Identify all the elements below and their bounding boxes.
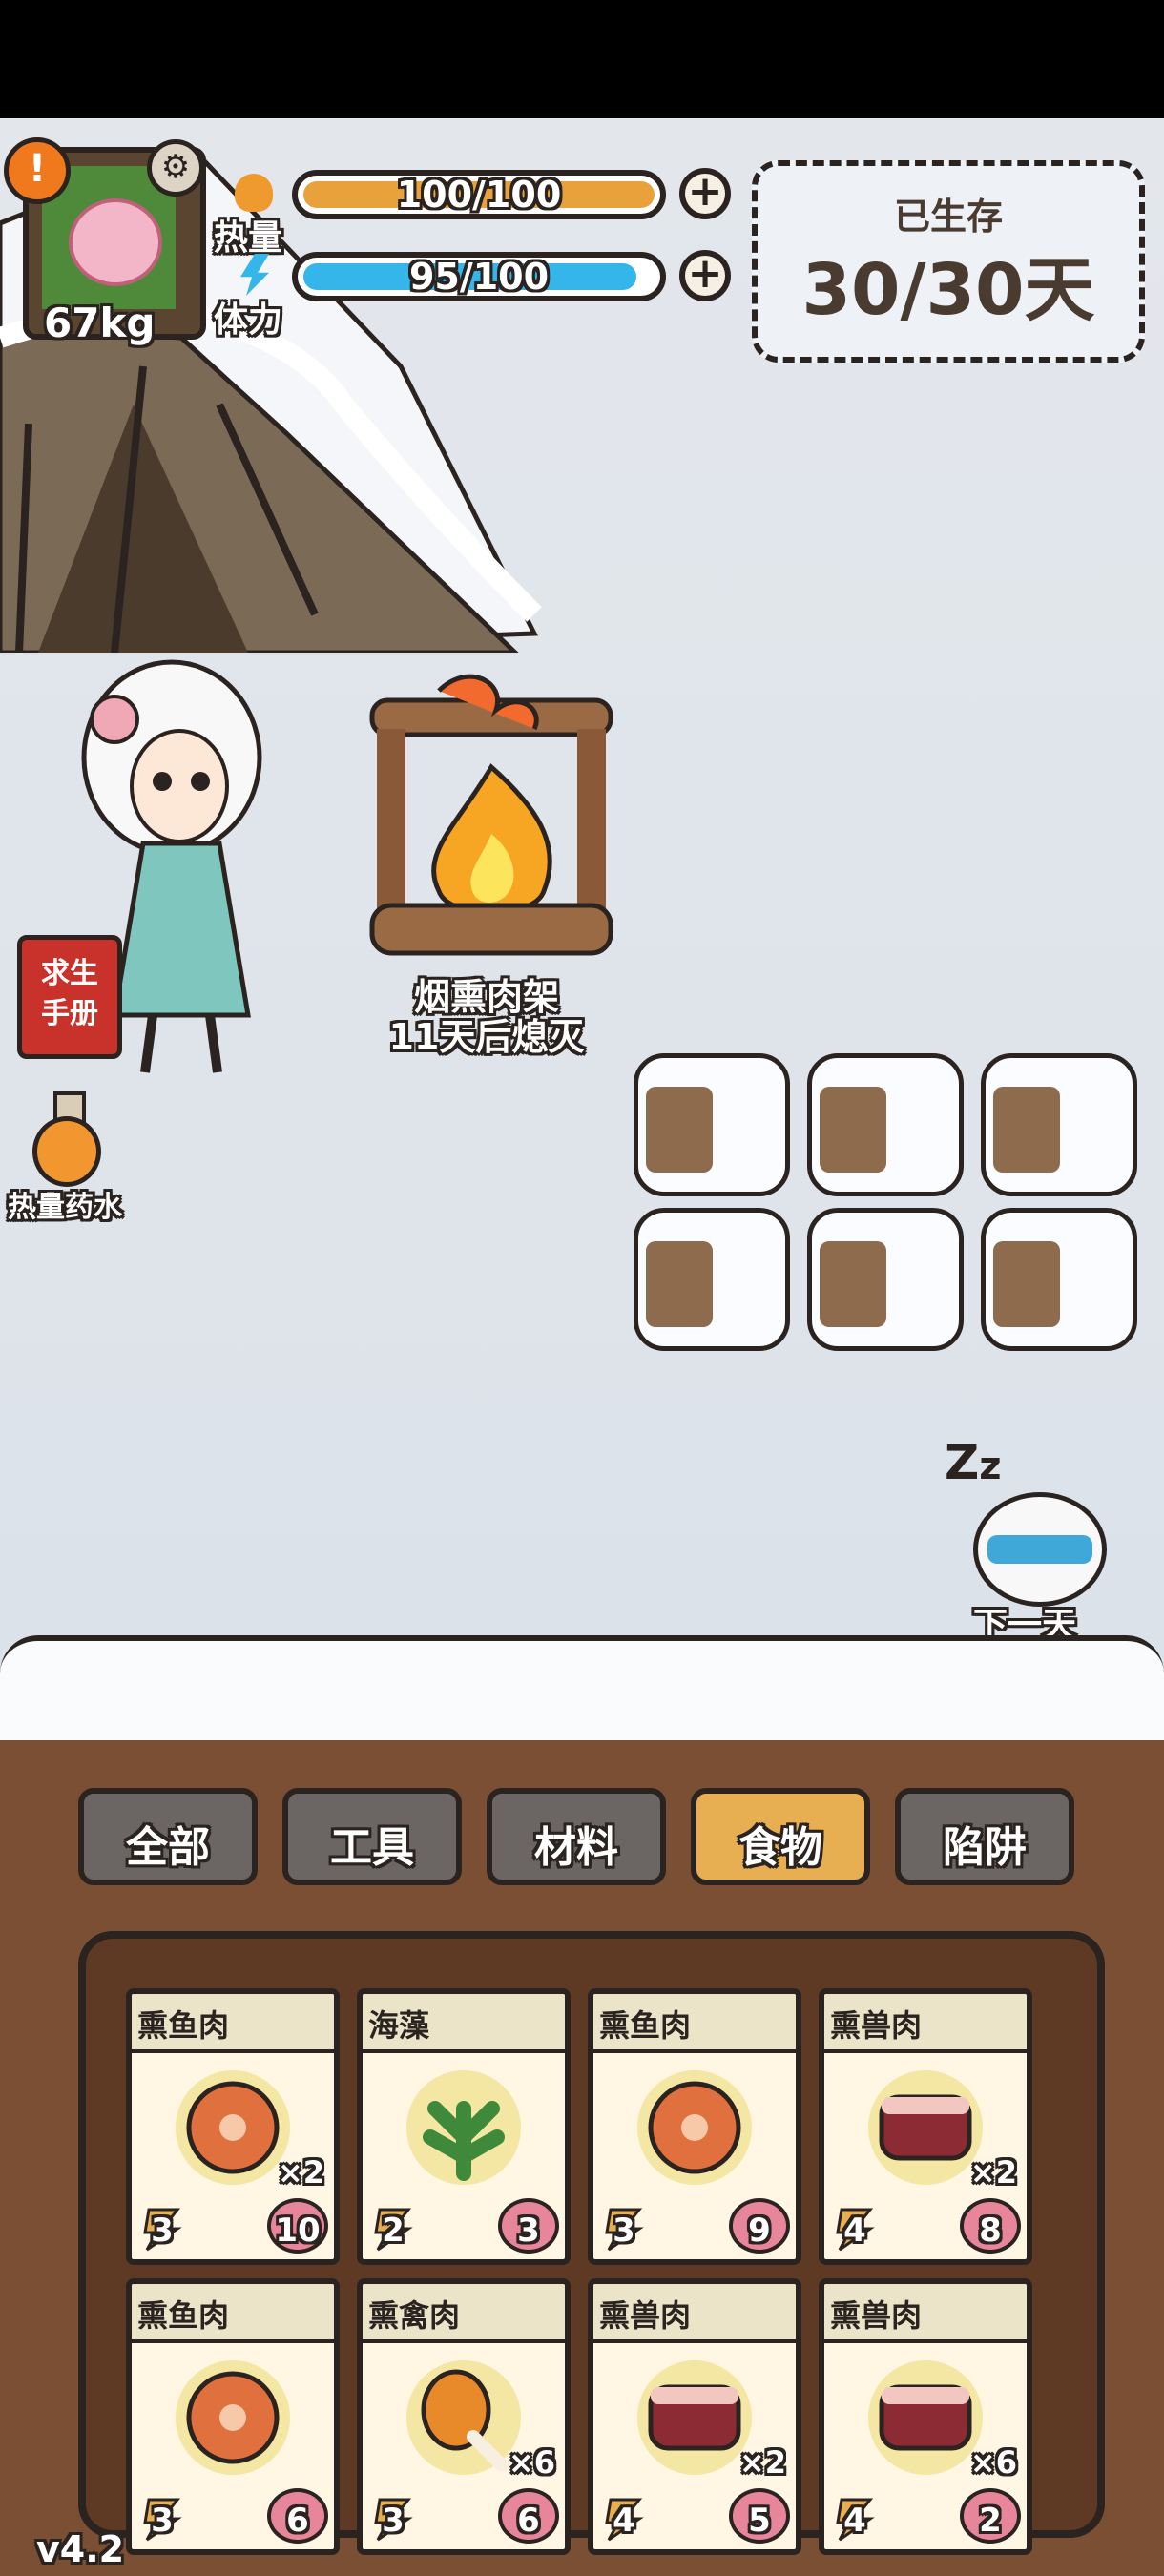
item-value: 2 bbox=[979, 2502, 1002, 2540]
item-card[interactable]: 熏兽肉 ×6 4 2 bbox=[819, 2278, 1032, 2555]
item-value: 8 bbox=[979, 2212, 1002, 2250]
item-cost: 4 bbox=[843, 2502, 866, 2540]
snow-storage-area bbox=[630, 1044, 1145, 1397]
item-cost: 3 bbox=[613, 2212, 635, 2250]
snow-block bbox=[634, 1208, 790, 1351]
tab-label: 陷阱 bbox=[943, 1823, 1027, 1872]
snow-block bbox=[634, 1053, 790, 1196]
stamina-bar: 95/100 bbox=[292, 252, 666, 301]
gear-icon[interactable]: ⚙ bbox=[147, 139, 204, 197]
item-quantity: ×6 bbox=[508, 2444, 555, 2481]
heat-label: 热量 bbox=[214, 218, 283, 258]
snow-block bbox=[981, 1208, 1137, 1351]
snow-block bbox=[981, 1053, 1137, 1196]
sleeping-face-icon bbox=[973, 1492, 1107, 1607]
item-cost: 4 bbox=[843, 2212, 866, 2250]
heat-bar: 100/100 bbox=[292, 170, 666, 219]
panel-snow-cap bbox=[0, 1635, 1164, 1755]
version-label: v4.2 bbox=[36, 2528, 125, 2570]
sleep-zzz-icon: Zz bbox=[945, 1435, 1002, 1490]
item-card[interactable]: 熏兽肉 ×2 4 5 bbox=[588, 2278, 801, 2555]
meat-icon bbox=[879, 2094, 972, 2161]
campfire-rack[interactable] bbox=[353, 672, 630, 967]
survival-manual-button[interactable]: 求生 手册 bbox=[17, 935, 122, 1059]
item-name: 熏鱼肉 bbox=[137, 2007, 230, 2044]
item-cost: 3 bbox=[151, 2502, 174, 2540]
item-card[interactable]: 熏鱼肉 3 9 bbox=[588, 1988, 801, 2265]
survival-board: 已生存 30/30天 bbox=[752, 160, 1145, 363]
item-name: 熏兽肉 bbox=[599, 2297, 692, 2334]
tab-all[interactable]: 全部 bbox=[78, 1788, 258, 1885]
item-value: 3 bbox=[517, 2212, 540, 2250]
item-value: 6 bbox=[517, 2502, 540, 2540]
heat-potion-button[interactable] bbox=[32, 1091, 101, 1187]
item-value: 5 bbox=[748, 2502, 771, 2540]
potion-label: 热量药水 bbox=[8, 1191, 122, 1224]
item-cost: 3 bbox=[382, 2502, 405, 2540]
stamina-value: 95/100 bbox=[408, 256, 550, 298]
tab-label: 全部 bbox=[126, 1823, 210, 1872]
item-card[interactable]: 熏鱼肉 ×2 3 10 bbox=[126, 1988, 340, 2265]
tab-tools[interactable]: 工具 bbox=[282, 1788, 462, 1885]
tab-traps[interactable]: 陷阱 bbox=[895, 1788, 1074, 1885]
tab-label: 材料 bbox=[534, 1823, 618, 1872]
item-name: 熏鱼肉 bbox=[137, 2297, 230, 2334]
item-name: 熏禽肉 bbox=[368, 2297, 461, 2334]
player-weight: 67kg bbox=[44, 300, 156, 346]
snow-block bbox=[807, 1053, 964, 1196]
seaweed-icon bbox=[423, 2101, 505, 2181]
item-cost: 2 bbox=[382, 2212, 405, 2250]
flower-icon bbox=[69, 198, 162, 286]
item-name: 海藻 bbox=[368, 2007, 430, 2044]
manual-label-1: 求生 bbox=[41, 957, 98, 990]
tab-label: 工具 bbox=[330, 1823, 414, 1872]
heat-value: 100/100 bbox=[396, 174, 562, 216]
item-quantity: ×2 bbox=[738, 2444, 786, 2481]
game-scene: ! ⚙ 67kg 热量 100/100 + 体力 95/100 + 已生存 30… bbox=[0, 118, 1164, 2576]
snow-block bbox=[807, 1208, 964, 1351]
tab-materials[interactable]: 材料 bbox=[487, 1788, 666, 1885]
item-name: 熏兽肉 bbox=[830, 2297, 923, 2334]
item-quantity: ×2 bbox=[969, 2154, 1017, 2191]
item-value: 9 bbox=[748, 2212, 771, 2250]
item-name: 熏兽肉 bbox=[830, 2007, 923, 2044]
item-quantity: ×6 bbox=[969, 2444, 1017, 2481]
campfire-status: 11天后熄灭 bbox=[388, 1016, 585, 1058]
item-value: 10 bbox=[275, 2212, 321, 2250]
meat-icon bbox=[879, 2384, 972, 2451]
add-heat-button[interactable]: + bbox=[679, 168, 731, 219]
meat-icon bbox=[648, 2384, 741, 2451]
item-card[interactable]: 海藻 2 3 bbox=[357, 1988, 571, 2265]
item-card[interactable]: 熏鱼肉 3 6 bbox=[126, 2278, 340, 2555]
fire-icon bbox=[235, 174, 273, 212]
potion-icon bbox=[32, 1116, 101, 1187]
survival-days: 30/30天 bbox=[801, 249, 1095, 331]
stamina-label: 体力 bbox=[214, 301, 283, 340]
item-name: 熏鱼肉 bbox=[599, 2007, 692, 2044]
survival-label: 已生存 bbox=[893, 196, 1003, 238]
item-card[interactable]: 熏禽肉 ×6 3 6 bbox=[357, 2278, 571, 2555]
drumstick-icon bbox=[421, 2369, 509, 2472]
alert-icon[interactable]: ! bbox=[4, 137, 71, 204]
tab-label: 食物 bbox=[738, 1823, 822, 1872]
item-cost: 4 bbox=[613, 2502, 635, 2540]
fish-steak-icon bbox=[186, 2371, 280, 2464]
item-quantity: ×2 bbox=[277, 2154, 324, 2191]
item-cost: 3 bbox=[151, 2212, 174, 2250]
manual-label-2: 手册 bbox=[41, 997, 98, 1030]
fish-steak-icon bbox=[186, 2081, 280, 2174]
next-day-button[interactable]: Zz 下一天 bbox=[945, 1435, 1135, 1645]
fish-steak-icon bbox=[648, 2081, 741, 2174]
tab-food[interactable]: 食物 bbox=[691, 1788, 870, 1885]
item-value: 6 bbox=[286, 2502, 309, 2540]
item-card[interactable]: 熏兽肉 ×2 4 8 bbox=[819, 1988, 1032, 2265]
add-stamina-button[interactable]: + bbox=[679, 250, 731, 301]
